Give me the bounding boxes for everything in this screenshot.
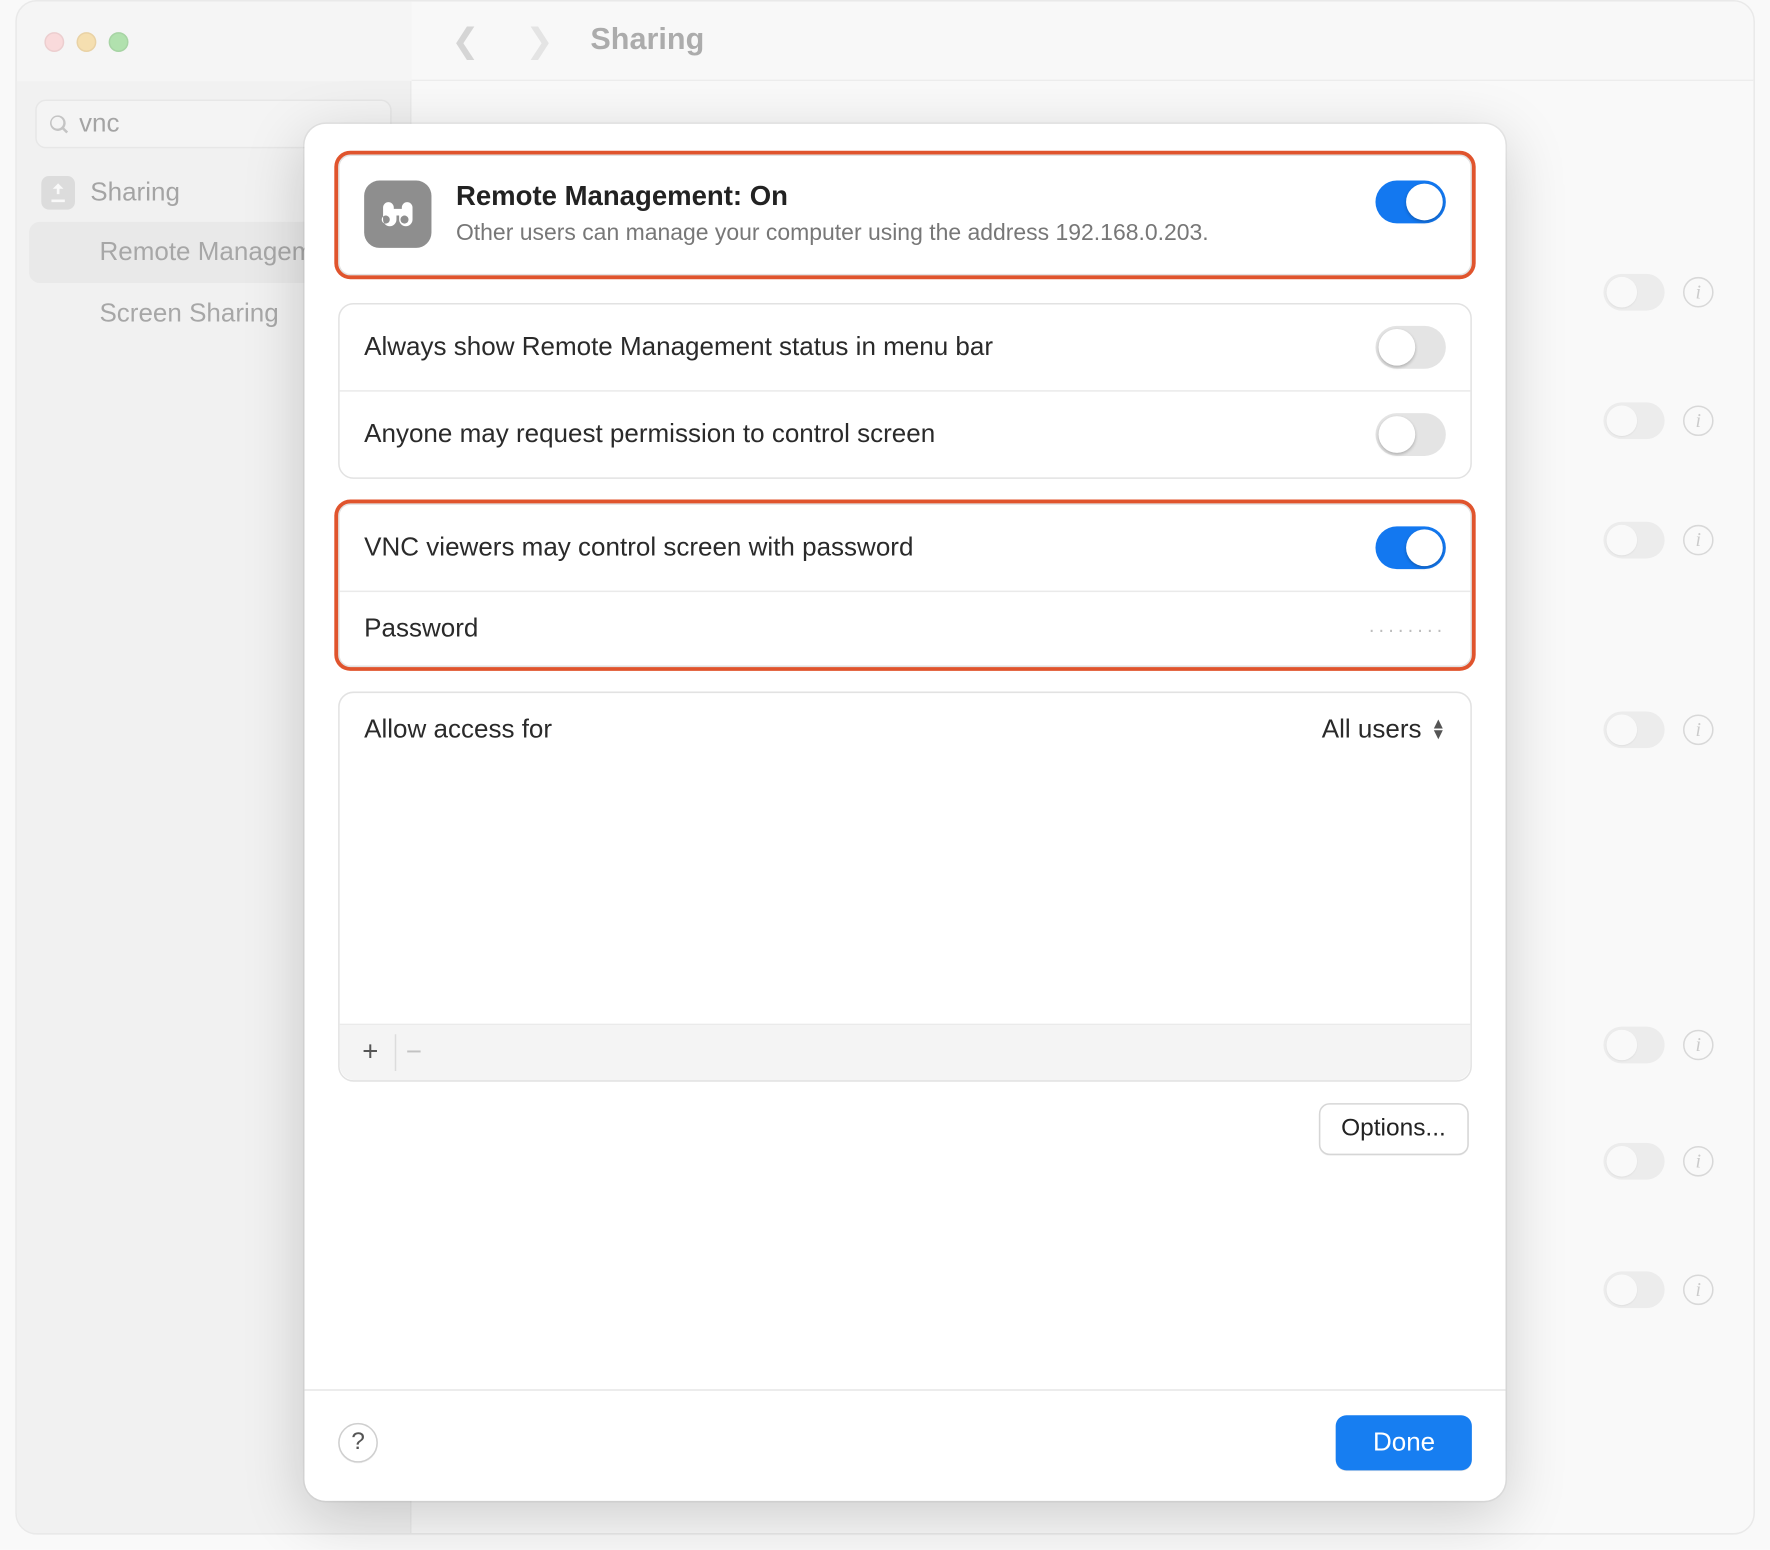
info-icon[interactable]: i xyxy=(1683,525,1714,556)
window-minimize-button[interactable] xyxy=(77,31,97,51)
bg-toggle[interactable] xyxy=(1603,274,1664,311)
info-icon[interactable]: i xyxy=(1683,715,1714,746)
binoculars-icon xyxy=(364,181,431,248)
info-icon[interactable]: i xyxy=(1683,1146,1714,1177)
vnc-password-label: Password xyxy=(364,614,478,645)
hero-subtitle: Other users can manage your computer usi… xyxy=(456,219,1351,250)
titlebar: ❮ ❯ Sharing xyxy=(17,2,1754,82)
vnc-control-row: VNC viewers may control screen with pass… xyxy=(340,505,1471,591)
done-button[interactable]: Done xyxy=(1336,1415,1472,1470)
bg-toggle[interactable] xyxy=(1603,1027,1664,1064)
search-icon xyxy=(49,112,70,135)
nav-back-button[interactable]: ❮ xyxy=(442,21,489,61)
menubar-status-label: Always show Remote Management status in … xyxy=(364,332,993,363)
user-list[interactable] xyxy=(340,767,1471,1024)
vnc-group: VNC viewers may control screen with pass… xyxy=(338,504,1472,668)
window-close-button[interactable] xyxy=(44,31,64,51)
bg-toggle[interactable] xyxy=(1603,1143,1664,1180)
menubar-status-row: Always show Remote Management status in … xyxy=(340,305,1471,391)
add-user-button[interactable]: + xyxy=(352,1035,389,1072)
request-permission-row: Anyone may request permission to control… xyxy=(340,391,1471,478)
allow-access-value: All users xyxy=(1322,715,1422,746)
vnc-control-label: VNC viewers may control screen with pass… xyxy=(364,533,913,564)
info-icon[interactable]: i xyxy=(1683,405,1714,436)
info-icon[interactable]: i xyxy=(1683,277,1714,308)
page-title: Sharing xyxy=(590,23,704,58)
options-button[interactable]: Options... xyxy=(1318,1104,1469,1156)
bg-toggle[interactable] xyxy=(1603,522,1664,559)
allow-access-label: Allow access for xyxy=(364,715,552,746)
remote-management-sheet: Remote Management: On Other users can ma… xyxy=(304,124,1505,1501)
nav-forward-button[interactable]: ❯ xyxy=(516,21,563,61)
bg-toggle[interactable] xyxy=(1603,711,1664,748)
info-icon[interactable]: i xyxy=(1683,1030,1714,1061)
help-button[interactable]: ? xyxy=(338,1423,378,1463)
request-permission-toggle[interactable] xyxy=(1375,413,1445,456)
settings-group: Always show Remote Management status in … xyxy=(338,303,1472,479)
hero-title: Remote Management: On xyxy=(456,181,1351,213)
vnc-control-toggle[interactable] xyxy=(1375,527,1445,570)
remote-management-hero-group: Remote Management: On Other users can ma… xyxy=(338,155,1472,276)
info-icon[interactable]: i xyxy=(1683,1274,1714,1305)
allow-access-selector[interactable]: All users ▲▼ xyxy=(1322,715,1446,746)
bg-toggle[interactable] xyxy=(1603,1271,1664,1308)
allow-access-row: Allow access for All users ▲▼ xyxy=(340,693,1471,766)
share-icon xyxy=(41,176,75,210)
sheet-footer: ? Done xyxy=(304,1389,1505,1501)
vnc-password-row: Password ········ xyxy=(340,591,1471,666)
menubar-status-toggle[interactable] xyxy=(1375,326,1445,369)
request-permission-label: Anyone may request permission to control… xyxy=(364,420,935,451)
remote-management-toggle[interactable] xyxy=(1375,181,1445,224)
vnc-password-field[interactable]: ········ xyxy=(1368,618,1445,641)
access-group: Allow access for All users ▲▼ + − xyxy=(338,692,1472,1082)
stepper-arrows-icon: ▲▼ xyxy=(1431,719,1446,740)
sidebar-heading-label: Sharing xyxy=(90,177,180,208)
window-zoom-button[interactable] xyxy=(109,31,129,51)
bg-toggle[interactable] xyxy=(1603,402,1664,439)
remove-user-button[interactable]: − xyxy=(395,1035,432,1072)
user-list-actions: + − xyxy=(340,1024,1471,1081)
